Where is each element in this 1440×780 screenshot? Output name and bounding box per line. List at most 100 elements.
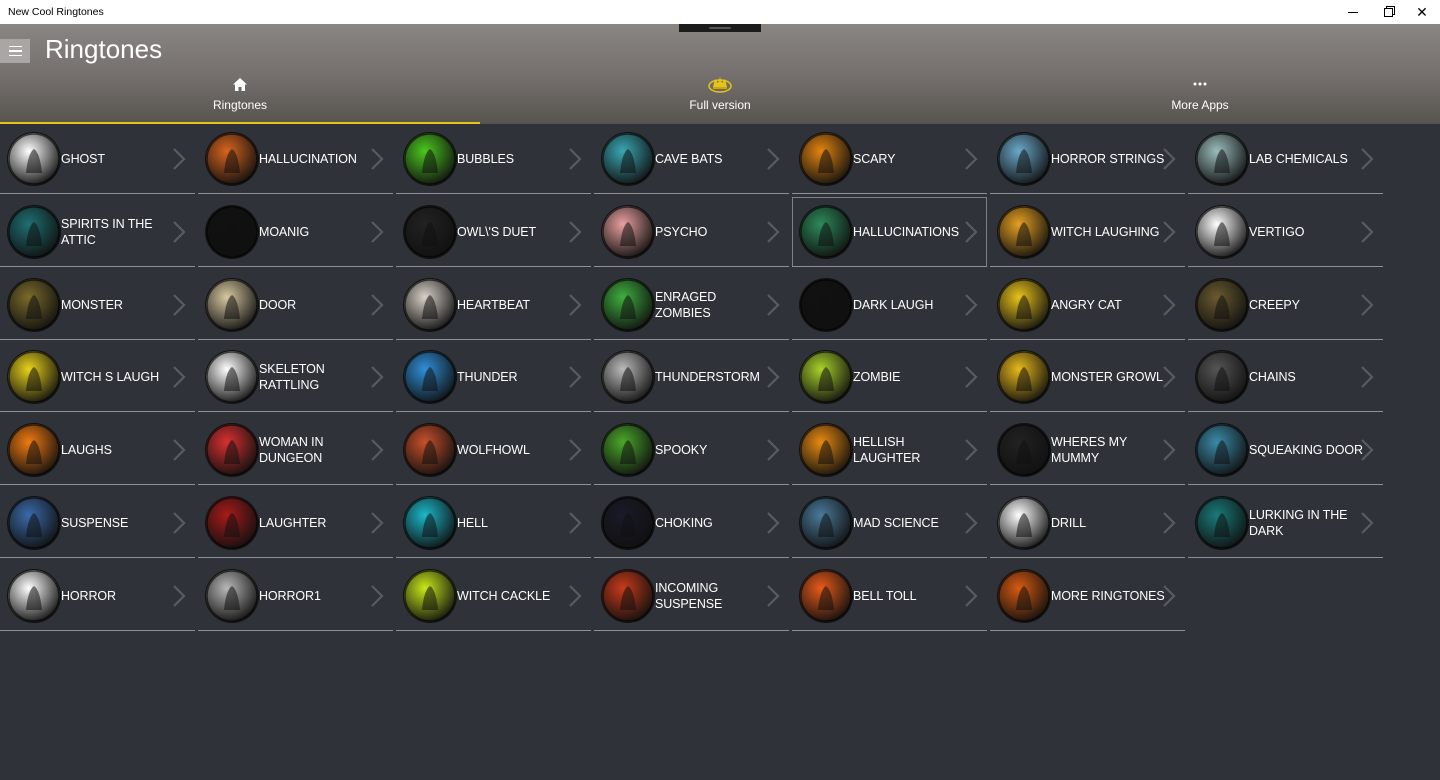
ghost-icon [206,205,258,258]
mummy-icon [998,424,1050,477]
monster-icon [8,278,60,331]
chevron-right-icon [370,511,384,535]
ringtone-tile[interactable]: DOOR [198,270,393,340]
ringtone-tile[interactable]: HORROR [0,561,195,631]
ringtone-label: ZOMBIE [853,370,901,385]
ringtone-tile[interactable]: BUBBLES [396,124,591,194]
ringtone-tile[interactable]: SCARY [792,124,987,194]
ringtone-tile[interactable]: CREEPY [1188,270,1383,340]
ringtone-tile[interactable]: LURKING IN THE DARK [1188,488,1383,558]
ringtone-tile[interactable]: DRILL [990,488,1185,558]
ringtone-tile[interactable]: WITCH LAUGHING [990,197,1185,267]
ringtone-tile[interactable]: LAUGHTER [198,488,393,558]
flask-icon [1196,133,1248,185]
chains-icon [1196,351,1248,404]
ringtone-tile[interactable]: WOMAN IN DUNGEON [198,415,393,486]
chevron-right-icon [1360,220,1374,244]
ringtone-label: WITCH CACKLE [457,588,551,603]
window-drag-handle[interactable] [679,24,761,32]
page-title: Ringtones [45,34,163,64]
ringtone-tile[interactable]: BELL TOLL [792,561,987,631]
heart-icon [404,278,456,331]
ringtone-tile[interactable]: MOANIG [198,197,393,267]
ringtone-tile[interactable]: ENRAGED ZOMBIES [594,270,789,340]
more-icon [960,74,1440,94]
ringtone-tile[interactable]: CAVE BATS [594,124,789,194]
ringtone-tile[interactable]: HALLUCINATIONS [792,196,987,267]
chevron-right-icon [1162,511,1176,535]
pumpkin-icon [800,424,852,477]
ringtone-tile[interactable]: HELLISH LAUGHTER [792,415,987,486]
ringtone-tile[interactable]: WHERES MY MUMMY [990,415,1185,486]
ringtone-tile[interactable]: OWL\'S DUET [396,197,591,267]
ringtone-label: SQUEAKING DOOR [1249,443,1363,458]
ringtone-label: HORROR1 [259,588,321,603]
ringtone-tile[interactable]: ANGRY CAT [990,270,1185,340]
ringtone-tile[interactable]: HORROR1 [198,561,393,631]
ringtone-tile[interactable]: DARK LAUGH [792,270,987,340]
ringtone-tile[interactable]: HEARTBEAT [396,270,591,340]
chevron-right-icon [1360,365,1374,389]
tab-label: Full version [689,98,751,112]
ringtone-label: SUSPENSE [61,516,129,530]
ringtone-tile[interactable]: WOLFHOWL [396,415,591,486]
minimize-icon [1348,11,1358,13]
title-bar: New Cool Ringtones ✕ [0,0,1440,24]
chevron-right-icon [568,293,582,317]
ringtone-tile[interactable]: INCOMING SUSPENSE [594,561,789,631]
cat-icon [998,278,1050,331]
ringtone-tile[interactable]: CHAINS [1188,342,1383,413]
ringtone-tile[interactable]: CHOKING [594,488,789,558]
ringtone-tile[interactable]: GHOST [0,124,195,194]
chevron-right-icon [964,438,978,462]
tab-more-apps[interactable]: More Apps [960,74,1440,124]
restore-icon [1383,7,1393,17]
ringtone-tile[interactable]: SPOOKY [594,415,789,486]
ringtone-tile[interactable]: THUNDERSTORM [594,342,789,413]
ringtone-tile[interactable]: LAUGHS [0,415,195,486]
ringtone-tile[interactable]: THUNDER [396,342,591,413]
ringtone-tile[interactable]: HALLUCINATION [198,124,393,194]
ringtone-label: GHOST [61,152,105,166]
ringtone-tile[interactable]: MONSTER GROWL [990,342,1185,413]
ringtone-label: HELLISH LAUGHTER [853,435,921,466]
chevron-right-icon [568,147,582,171]
tree-icon [1196,278,1248,331]
ringtone-tile[interactable]: HELL [396,488,591,558]
ringtone-tile[interactable]: PSYCHO [594,197,789,267]
tab-label: More Apps [1171,98,1229,112]
ringtone-label: MORE RINGTONES [1051,588,1165,603]
ringtone-tile[interactable]: SKELETON RATTLING [198,342,393,413]
ringtone-tile[interactable]: MORE RINGTONES [990,561,1185,631]
scientist-icon [800,497,852,549]
close-button[interactable]: ✕ [1405,0,1439,24]
ringtone-tile[interactable]: SUSPENSE [0,488,195,558]
ringtone-label: PSYCHO [655,224,708,239]
ringtone-tile[interactable]: MAD SCIENCE [792,488,987,558]
haunted-house-icon [800,133,852,185]
minimize-button[interactable] [1336,0,1370,24]
ringtone-label: MOANIG [259,224,310,239]
chevron-right-icon [766,293,780,317]
mushroom-icon [206,133,258,185]
handle-grip [709,27,731,29]
home-icon [0,74,480,94]
ringtone-tile[interactable]: ZOMBIE [792,342,987,413]
ringtone-tile[interactable]: WITCH S LAUGH [0,342,195,413]
ringtone-tile[interactable]: SPIRITS IN THE ATTIC [0,197,195,267]
ringtone-tile[interactable]: MONSTER [0,270,195,340]
ringtone-tile[interactable]: HORROR STRINGS [990,124,1185,194]
ringtone-label: ENRAGED ZOMBIES [655,289,717,320]
ringtone-tile[interactable]: LAB CHEMICALS [1188,124,1383,194]
hamburger-menu-button[interactable] [0,39,30,63]
tab-ringtones[interactable]: Ringtones [0,74,480,124]
ringtone-tile[interactable]: SQUEAKING DOOR [1188,415,1383,486]
chevron-right-icon [766,511,780,535]
ringtone-tile[interactable]: VERTIGO [1188,197,1383,267]
ringtone-tile[interactable]: WITCH CACKLE [396,561,591,631]
maximize-button[interactable] [1371,0,1405,24]
ringtone-label: ANGRY CAT [1051,297,1122,312]
ringtone-label: LAB CHEMICALS [1249,152,1348,166]
tab-full-version[interactable]: Full version [480,74,960,124]
ringtone-label: DRILL [1051,516,1086,530]
